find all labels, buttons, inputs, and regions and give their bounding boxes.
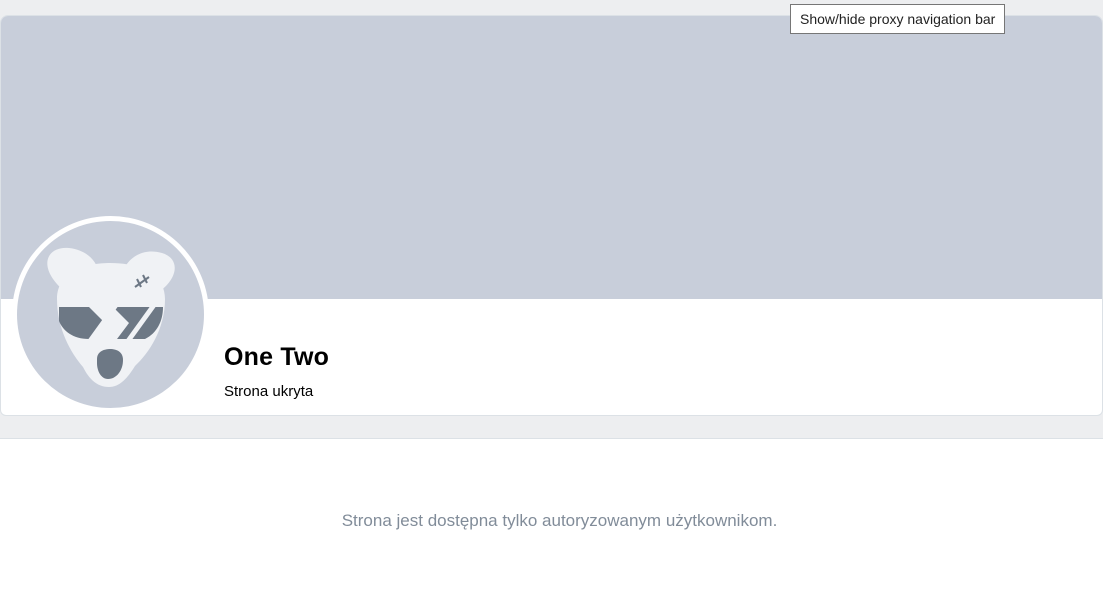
content-card: Strona jest dostępna tylko autoryzowanym… [0, 438, 1103, 595]
profile-status: Strona ukryta [224, 383, 314, 400]
avatar-frame[interactable] [12, 216, 209, 413]
access-restricted-message: Strona jest dostępna tylko autoryzowanym… [341, 511, 778, 530]
deactivated-dog-avatar-icon [47, 247, 175, 387]
page: One Two Strona ukryta Strona jest dostęp… [0, 0, 1103, 595]
profile-card: One Two Strona ukryta [0, 15, 1103, 416]
profile-name: One Two [224, 343, 330, 371]
avatar[interactable] [17, 221, 204, 408]
proxy-navigation-tooltip: Show/hide proxy navigation bar [790, 4, 1006, 34]
